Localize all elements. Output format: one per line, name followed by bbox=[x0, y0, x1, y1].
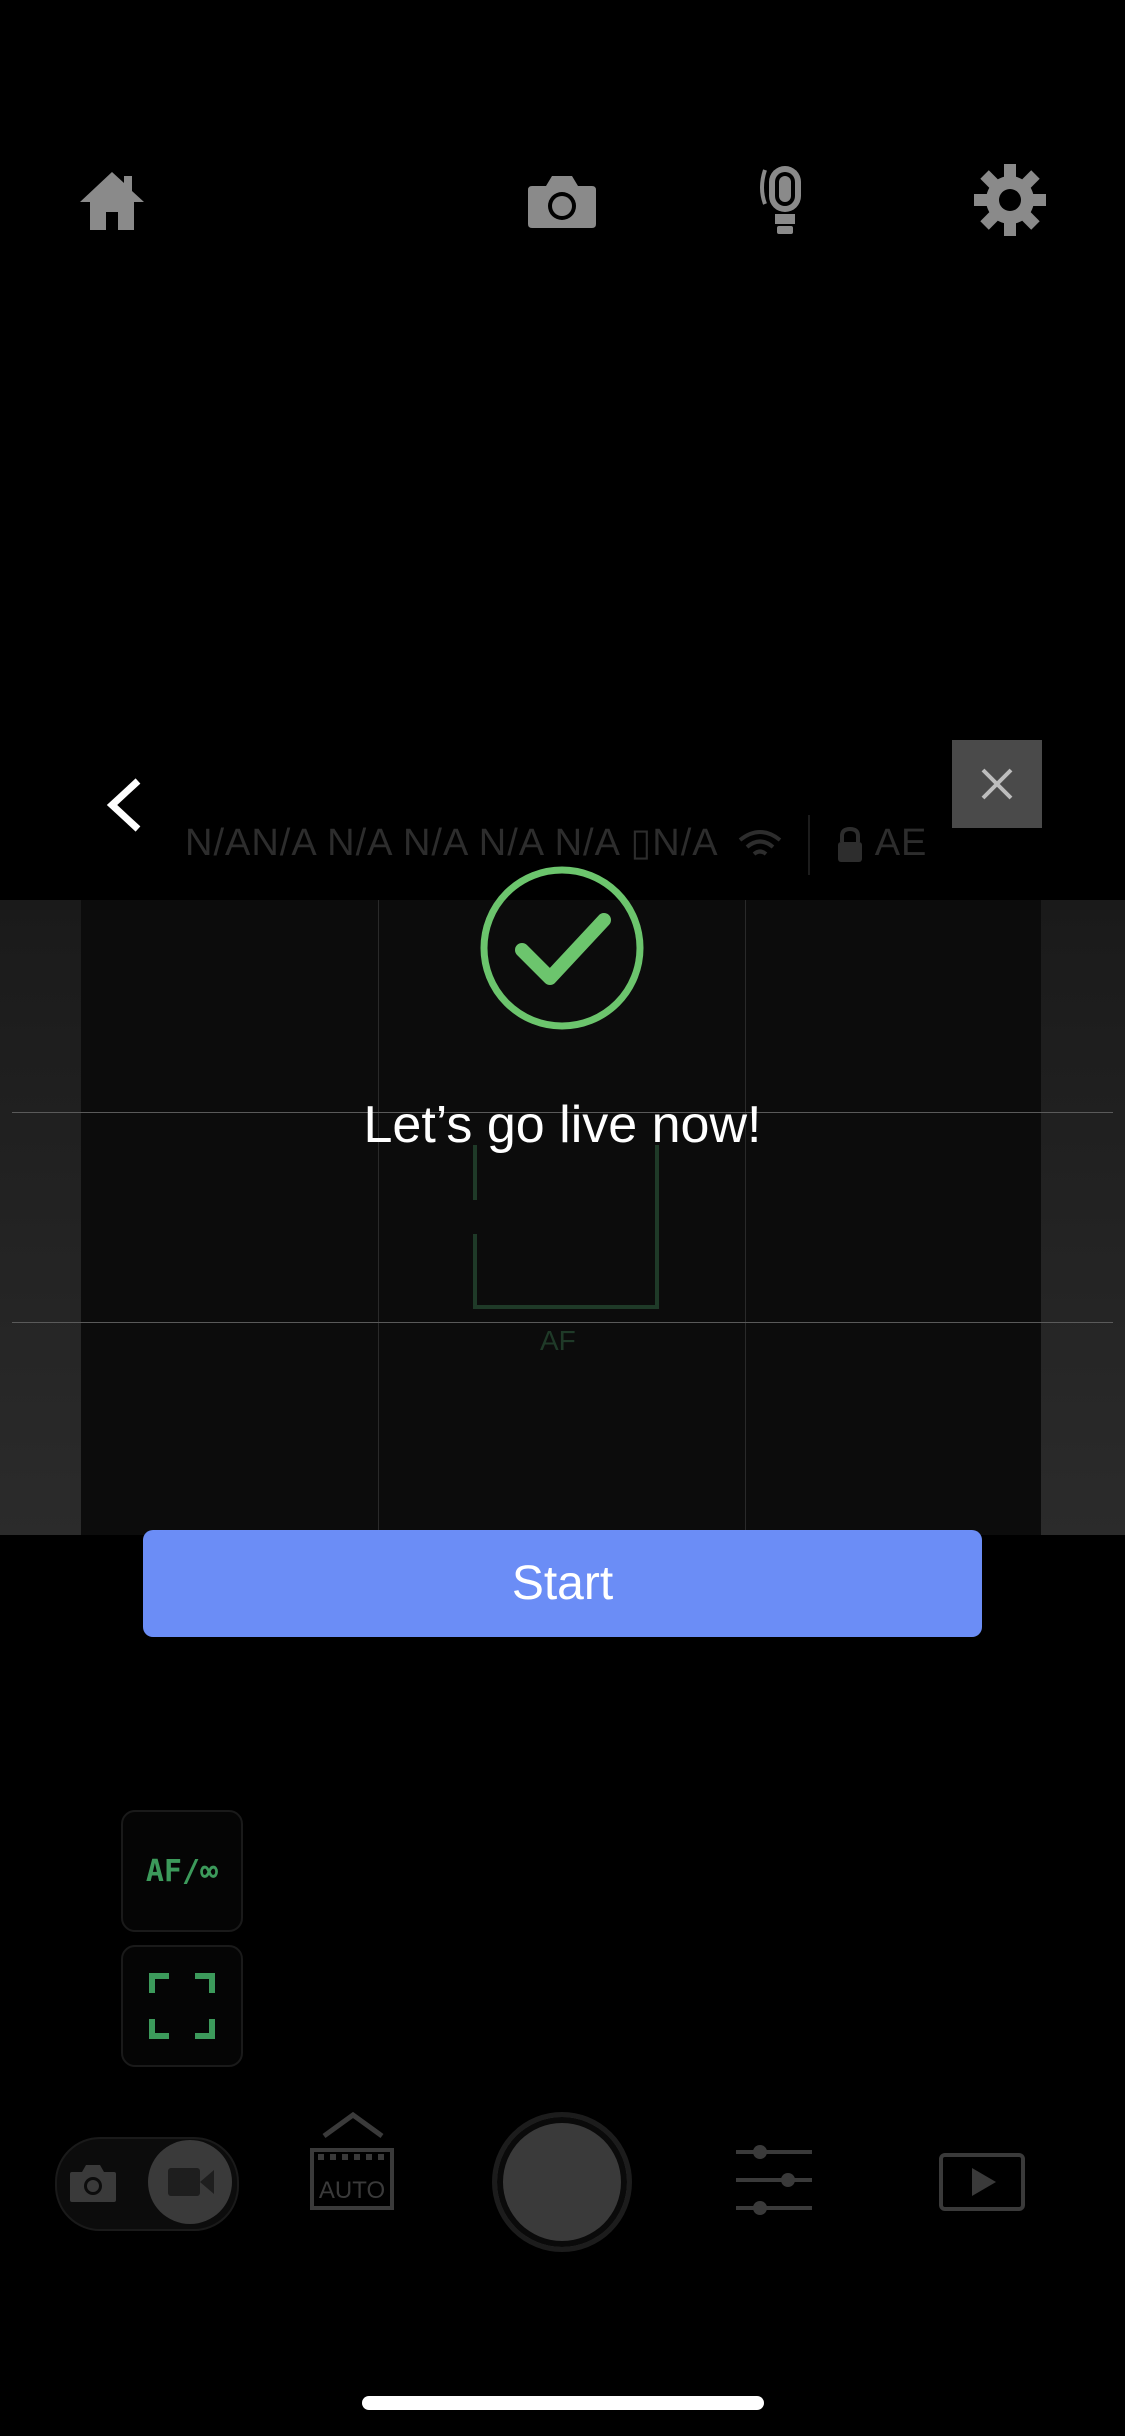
wifi-icon bbox=[738, 830, 782, 856]
focus-area-button[interactable] bbox=[121, 1945, 243, 2067]
af-frame-label: AF bbox=[540, 1325, 576, 1356]
lock-icon bbox=[838, 826, 863, 862]
home-icon[interactable] bbox=[72, 160, 152, 240]
status-divider bbox=[807, 815, 810, 875]
status-values: N/AN/A N/A N/A N/A N/A ▯N/A bbox=[185, 822, 717, 865]
back-button[interactable] bbox=[100, 775, 150, 835]
home-indicator[interactable] bbox=[362, 2396, 764, 2410]
auto-label: AUTO bbox=[319, 2177, 385, 2204]
adjustments-icon[interactable] bbox=[734, 2140, 814, 2220]
playback-icon[interactable] bbox=[938, 2152, 1026, 2212]
film-icon: AUTO bbox=[310, 2148, 394, 2210]
ae-label: AE bbox=[874, 822, 928, 865]
record-button[interactable] bbox=[492, 2112, 632, 2252]
af-frame-gap bbox=[469, 1200, 655, 1234]
grid-line bbox=[12, 1322, 1113, 1323]
auto-mode-button[interactable]: AUTO bbox=[310, 2148, 394, 2210]
af-infinity-label: AF/∞ bbox=[145, 1853, 219, 1889]
close-icon bbox=[981, 768, 1013, 800]
chevron-left-icon bbox=[106, 778, 141, 832]
af-infinity-button[interactable]: AF/∞ bbox=[121, 1810, 243, 1932]
video-mode-icon[interactable] bbox=[166, 2163, 216, 2201]
success-check-icon bbox=[480, 866, 644, 1030]
camera-icon[interactable] bbox=[522, 160, 602, 240]
chevron-up-icon[interactable] bbox=[320, 2110, 386, 2140]
settings-icon[interactable] bbox=[970, 160, 1050, 240]
gimbal-icon[interactable] bbox=[745, 160, 825, 240]
grid-line bbox=[378, 900, 379, 1535]
focus-area-icon bbox=[149, 1973, 215, 2039]
grid-line bbox=[745, 900, 746, 1535]
photo-mode-icon[interactable] bbox=[68, 2160, 118, 2204]
start-button[interactable]: Start bbox=[143, 1530, 982, 1637]
close-button[interactable] bbox=[952, 740, 1042, 828]
live-message: Let’s go live now! bbox=[363, 1096, 762, 1154]
